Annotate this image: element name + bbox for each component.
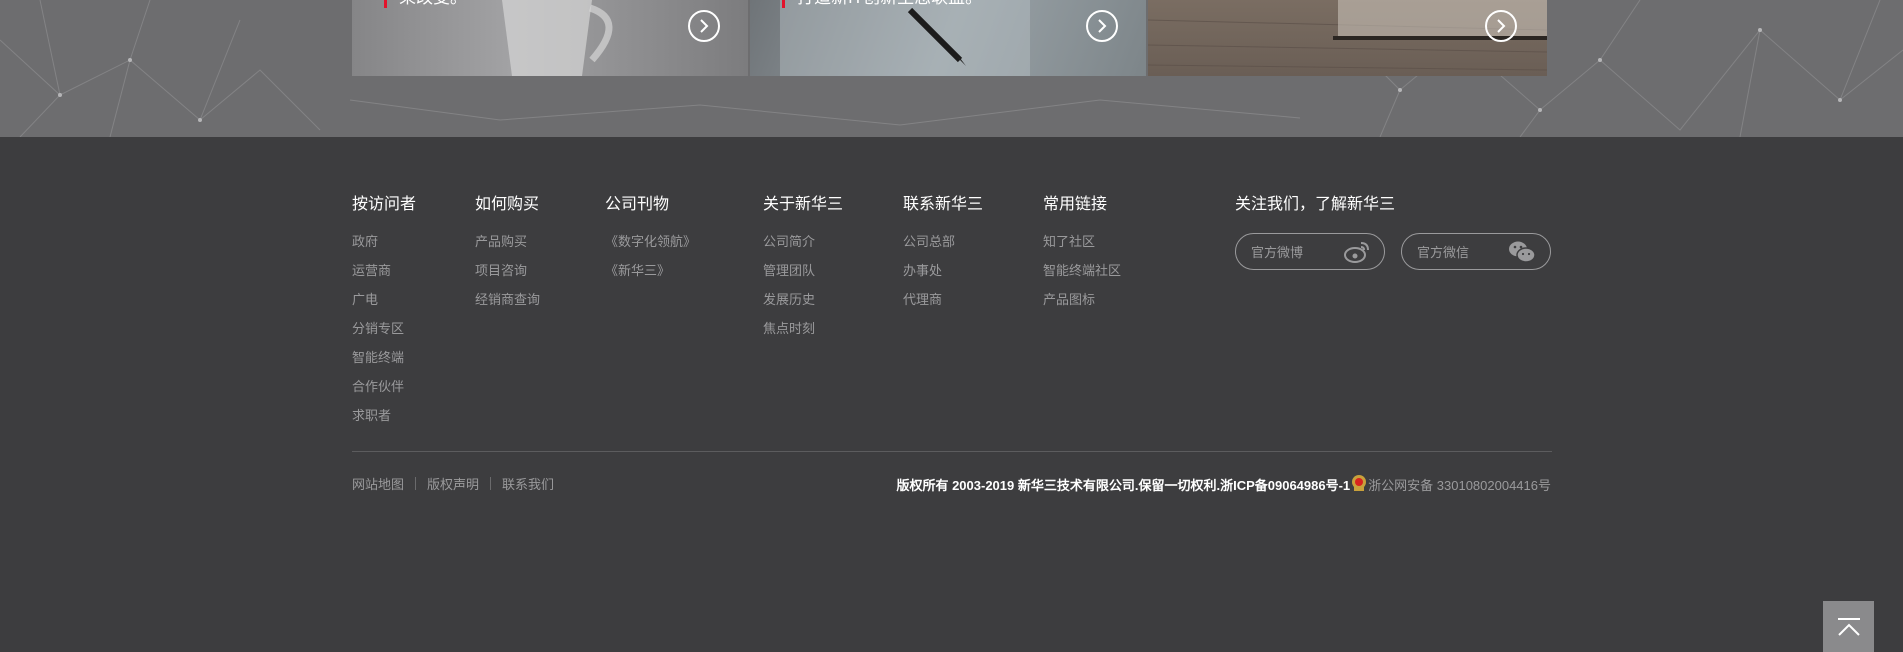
book-image [1148,0,1547,71]
contact-us-link[interactable]: 联系我们 [502,474,554,493]
footer-link[interactable]: 产品图标 [1043,285,1121,314]
chevron-right-icon[interactable] [1086,10,1118,42]
column-title: 公司刊物 [605,196,670,213]
banner-card-2[interactable]: 打造新IT创新生态联盟。 [750,0,1146,76]
footer-link[interactable]: 《数字化领航》 [605,227,696,256]
chevron-up-icon [1837,617,1860,636]
footer-column-visitors: 按访问者 政府 运营商 广电 分销专区 智能终端 合作伙伴 求职者 [352,195,416,430]
footer-column-purchase: 如何购买 产品购买 项目咨询 经销商查询 [475,195,540,314]
footer-link[interactable]: 公司总部 [903,227,983,256]
footer-column-common-links: 常用链接 知了社区 智能终端社区 产品图标 [1043,195,1121,314]
footer-link[interactable]: 经销商查询 [475,285,540,314]
bottom-links: 网站地图 版权声明 联系我们 [352,474,554,493]
police-badge-icon [1351,474,1367,495]
footer-link[interactable]: 代理商 [903,285,983,314]
pen-document-image [780,0,1030,76]
footer-link[interactable]: 智能终端社区 [1043,256,1121,285]
footer-link[interactable]: 广电 [352,285,416,314]
card-caption: 打造新IT创新生态联盟。 [782,0,982,8]
footer-link[interactable]: 合作伙伴 [352,372,416,401]
footer-link[interactable]: 办事处 [903,256,983,285]
column-title: 联系新华三 [903,196,984,213]
banner-strip: 束改变。 打造新IT创新生态联盟。 [0,0,1903,137]
copyright-bar: 版权所有 2003-2019 新华三技术有限公司.保留一切权利.浙ICP备090… [896,474,1551,495]
card-caption: 束改变。 [384,0,467,8]
footer-link[interactable]: 智能终端 [352,343,416,372]
column-title: 按访问者 [352,196,417,213]
weibo-label: 官方微博 [1251,245,1304,260]
footer-column-publications: 公司刊物 《数字化领航》 《新华三》 [605,195,696,285]
footer-link[interactable]: 发展历史 [763,285,843,314]
column-title: 常用链接 [1043,196,1108,213]
wechat-label: 官方微信 [1417,245,1470,260]
footer-link[interactable]: 产品购买 [475,227,540,256]
footer-link[interactable]: 项目咨询 [475,256,540,285]
copyright-text: 版权所有 2003-2019 新华三技术有限公司.保留一切权利.浙ICP备090… [896,478,1351,493]
wechat-icon [1508,240,1536,267]
chevron-right-icon[interactable] [688,10,720,42]
chevron-right-icon[interactable] [1485,10,1517,42]
footer-link[interactable]: 分销专区 [352,314,416,343]
footer-link[interactable]: 管理团队 [763,256,843,285]
back-to-top-button[interactable] [1823,601,1874,652]
follow-title: 关注我们，了解新华三 [1235,196,1396,213]
footer-link[interactable]: 知了社区 [1043,227,1121,256]
column-title: 如何购买 [475,196,540,213]
footer-link[interactable]: 公司简介 [763,227,843,256]
coffee-cup-image [502,0,613,76]
separator [415,477,417,490]
sitemap-link[interactable]: 网站地图 [352,474,404,493]
footer-column-about: 关于新华三 公司简介 管理团队 发展历史 焦点时刻 [763,195,843,343]
copyright-statement-link[interactable]: 版权声明 [427,474,479,493]
column-title: 关于新华三 [763,196,844,213]
footer-column-contact: 联系新华三 公司总部 办事处 代理商 [903,195,983,314]
banner-card-1[interactable]: 束改变。 [352,0,748,76]
wechat-button[interactable]: 官方微信 [1401,233,1551,270]
weibo-icon [1344,240,1370,267]
separator [490,477,492,490]
footer-link[interactable]: 焦点时刻 [763,314,843,343]
footer-link[interactable]: 政府 [352,227,416,256]
footer-link[interactable]: 《新华三》 [605,256,696,285]
footer-link[interactable]: 运营商 [352,256,416,285]
police-record-link[interactable]: 浙公网安备 33010802004416号 [1368,475,1551,494]
follow-us-section: 关注我们，了解新华三 [1235,195,1395,226]
footer-link[interactable]: 求职者 [352,401,416,430]
banner-card-3[interactable] [1148,0,1547,76]
site-footer: 按访问者 政府 运营商 广电 分销专区 智能终端 合作伙伴 求职者 如何购买 产… [0,137,1903,652]
footer-divider [352,451,1552,452]
weibo-button[interactable]: 官方微博 [1235,233,1385,270]
